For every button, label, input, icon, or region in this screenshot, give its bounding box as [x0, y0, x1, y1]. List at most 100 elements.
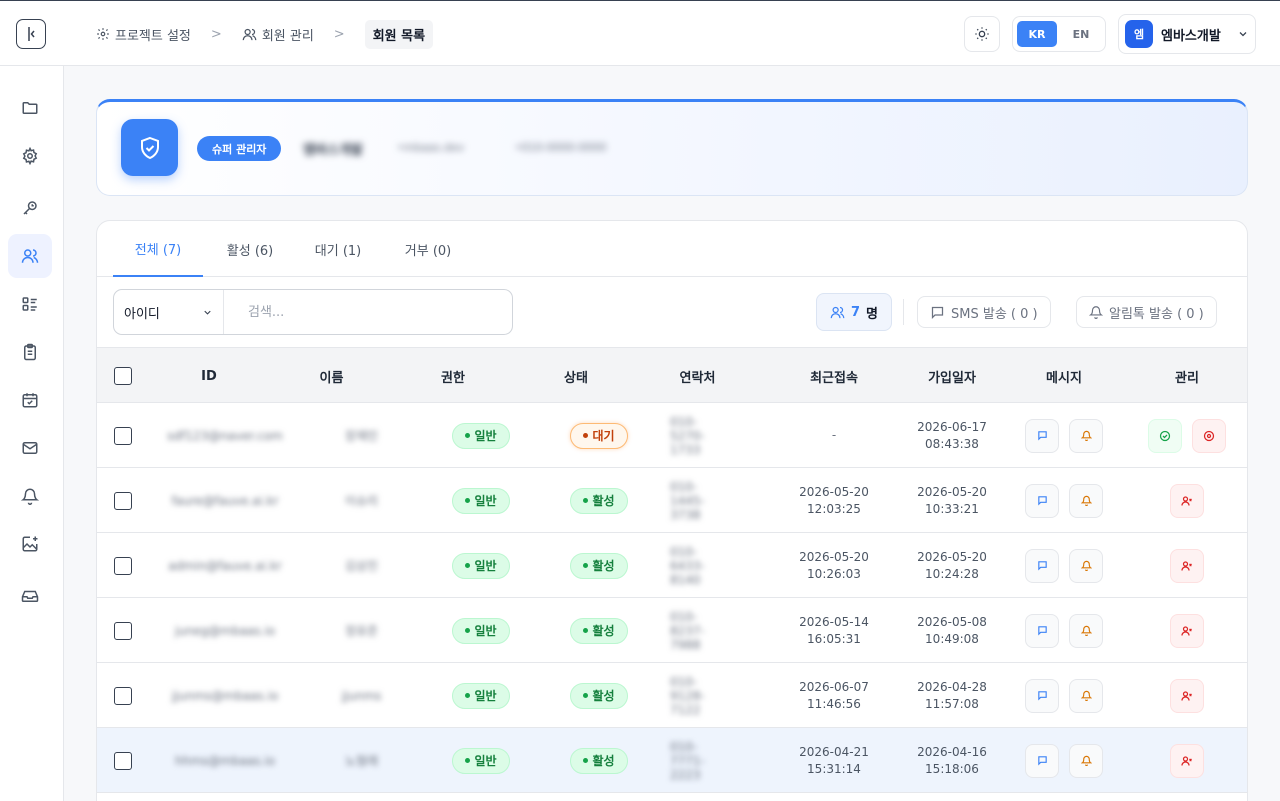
tab-pending[interactable]: 대기 (1) [293, 221, 383, 277]
status-badge: 활성 [570, 487, 628, 514]
nav-item-mail[interactable] [8, 426, 52, 470]
last-login: 2026-06-07 11:46:56 [799, 679, 869, 711]
message-square-icon [1037, 756, 1047, 766]
send-sms-button[interactable] [1025, 483, 1059, 518]
language-switch: KR EN [1012, 16, 1106, 52]
lang-en-button[interactable]: EN [1061, 21, 1101, 47]
row-select-cell [97, 403, 149, 468]
table-row: hhms@mbaas.io 노형래 일반 활성 010-7771-2223 20… [97, 728, 1247, 793]
send-alimtalk-button[interactable] [1069, 483, 1103, 518]
user-x-icon [1181, 560, 1192, 571]
message-actions [1011, 728, 1117, 793]
bell-icon [21, 488, 39, 505]
join-date: 2026-05-08 10:49:08 [917, 614, 987, 646]
user-id: jjunms@mbaas.io [171, 688, 279, 703]
send-sms-button[interactable] [1025, 613, 1059, 648]
status-badge: 대기 [570, 422, 628, 449]
sidebar-toggle-button[interactable] [16, 19, 46, 49]
user-menu[interactable]: 엠 엠바스개발 [1118, 14, 1256, 54]
nav-item-settings[interactable] [8, 134, 52, 178]
nav-item-members[interactable] [8, 234, 52, 278]
breadcrumb-label: 회원 관리 [261, 28, 314, 44]
manage-actions [1117, 663, 1247, 728]
nav-item-calendar[interactable] [8, 378, 52, 422]
row-checkbox[interactable] [114, 751, 132, 770]
remove-user-button[interactable] [1170, 483, 1204, 518]
nav-item-boards[interactable] [8, 282, 52, 326]
message-square-icon [1037, 691, 1047, 701]
reject-button[interactable] [1192, 418, 1226, 453]
role-badge: 일반 [452, 552, 510, 579]
tab-active[interactable]: 활성 (6) [205, 221, 295, 277]
member-count-unit: 명 [866, 306, 878, 322]
send-alimtalk-button[interactable] [1069, 548, 1103, 583]
send-alimtalk-button[interactable]: 알림톡 발송 ( 0 ) [1076, 296, 1217, 328]
role-badge: 일반 [452, 747, 510, 774]
remove-user-button[interactable] [1170, 613, 1204, 648]
send-sms-button[interactable] [1025, 743, 1059, 778]
user-x-icon [1181, 495, 1192, 506]
message-square-icon [1037, 561, 1047, 571]
manage-actions [1117, 728, 1247, 793]
send-alimtalk-button[interactable] [1069, 613, 1103, 648]
send-sms-button[interactable] [1025, 678, 1059, 713]
row-checkbox[interactable] [114, 426, 132, 445]
row-select-cell [97, 468, 149, 533]
breadcrumb-project-settings[interactable]: 프로젝트 설정 [96, 25, 191, 44]
column-header: 최근접속 [810, 370, 858, 386]
row-checkbox[interactable] [114, 686, 132, 705]
search-field-select[interactable]: 아이디 [114, 290, 224, 334]
nav-item-storage[interactable] [8, 574, 52, 618]
calendar-check-icon [22, 393, 38, 408]
remove-user-button[interactable] [1170, 548, 1204, 583]
nav-item-media[interactable] [8, 522, 52, 566]
remove-user-button[interactable] [1170, 743, 1204, 778]
table-header: ID 이름 권한 상태 연락처 최근접속 가입일자 메시지 관리 [97, 347, 1247, 403]
manage-actions [1117, 598, 1247, 663]
check-circle-icon [1159, 430, 1171, 441]
nav-item-projects[interactable] [8, 86, 52, 130]
approve-button[interactable] [1148, 418, 1182, 453]
column-header: 관리 [1175, 370, 1199, 386]
breadcrumb-label: 회원 목록 [372, 28, 426, 44]
message-square-icon [1037, 431, 1047, 441]
send-sms-button[interactable] [1025, 548, 1059, 583]
row-checkbox[interactable] [114, 556, 132, 575]
join-date: 2026-05-20 10:33:21 [917, 484, 987, 516]
x-circle-icon [1203, 430, 1215, 441]
user-phone: 010-9128-7122 [670, 674, 705, 717]
send-alimtalk-button[interactable] [1069, 418, 1103, 453]
send-sms-button[interactable]: SMS 발송 ( 0 ) [917, 296, 1051, 328]
row-checkbox[interactable] [114, 491, 132, 510]
bell-icon [1080, 690, 1092, 701]
theme-toggle-button[interactable] [964, 16, 1000, 52]
send-sms-button[interactable] [1025, 418, 1059, 453]
status-badge: 활성 [570, 682, 628, 709]
column-header: 연락처 [679, 370, 716, 386]
message-square-icon [1037, 496, 1047, 506]
send-alimtalk-button[interactable] [1069, 678, 1103, 713]
role-badge: 일반 [452, 487, 510, 514]
bell-icon [1089, 306, 1103, 319]
row-checkbox[interactable] [114, 621, 132, 640]
search-input[interactable] [224, 290, 512, 334]
nav-item-notifications[interactable] [8, 474, 52, 518]
user-x-icon [1181, 755, 1192, 766]
remove-user-button[interactable] [1170, 678, 1204, 713]
breadcrumb-member-management[interactable]: 회원 관리 [242, 25, 314, 44]
table-row: faure@fauve.ai.kr 이슈리 일반 활성 010-1445-373… [97, 468, 1247, 533]
sun-icon [975, 27, 989, 41]
message-actions [1011, 598, 1117, 663]
tab-rejected[interactable]: 거부 (0) [383, 221, 473, 277]
lang-kr-button[interactable]: KR [1017, 21, 1057, 47]
nav-item-forms[interactable] [8, 330, 52, 374]
clipboard-icon [24, 343, 36, 361]
nav-item-keys[interactable] [8, 186, 52, 230]
tab-all[interactable]: 전체 (7) [113, 221, 203, 277]
member-list-panel: 전체 (7) 활성 (6) 대기 (1) 거부 (0) 아이디 7 명 SMS … [96, 220, 1248, 801]
status-badge: 활성 [570, 617, 628, 644]
send-alimtalk-button[interactable] [1069, 743, 1103, 778]
select-all-checkbox[interactable] [114, 367, 132, 385]
gear-icon [22, 147, 38, 165]
message-actions [1011, 403, 1117, 468]
